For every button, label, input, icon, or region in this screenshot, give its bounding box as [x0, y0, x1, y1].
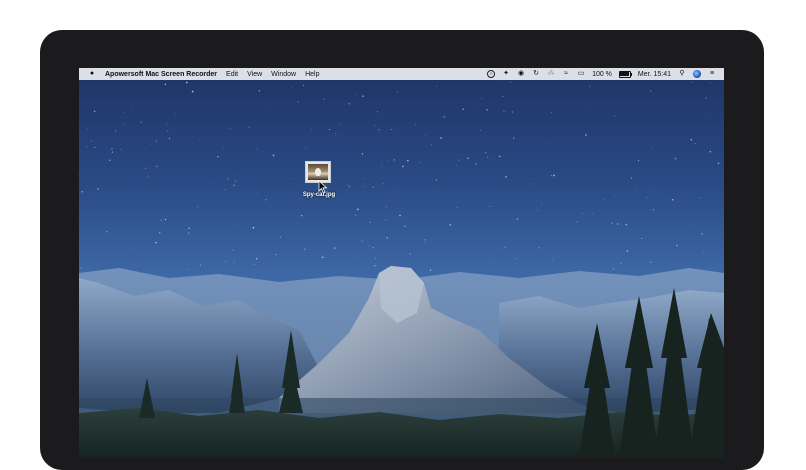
mouse-cursor-icon — [318, 180, 328, 194]
app-menu[interactable]: Apowersoft Mac Screen Recorder — [105, 71, 217, 78]
apple-logo-icon[interactable]: ● — [88, 70, 96, 78]
menu-help[interactable]: Help — [305, 71, 319, 78]
bird-icon[interactable]: ✦ — [502, 70, 510, 78]
battery-icon[interactable] — [618, 70, 632, 78]
battery-fill — [620, 72, 630, 76]
airplay-icon[interactable]: ▭ — [577, 70, 585, 78]
search-icon[interactable]: ⚲ — [678, 70, 686, 78]
mountain-landscape — [79, 266, 724, 458]
bluetooth-icon[interactable]: ⁂ — [547, 70, 555, 78]
notification-center-icon[interactable]: ≡ — [708, 70, 716, 78]
menu-view[interactable]: View — [247, 71, 262, 78]
battery-percent[interactable]: 100 % — [592, 71, 612, 78]
sync-icon[interactable]: ↻ — [532, 70, 540, 78]
siri-icon[interactable] — [693, 70, 701, 78]
menu-edit[interactable]: Edit — [226, 71, 238, 78]
recorder-icon[interactable]: ○ — [487, 70, 496, 78]
wifi-icon[interactable]: ≈ — [562, 70, 570, 78]
desktop-screen: ● Apowersoft Mac Screen Recorder Edit Vi… — [79, 68, 724, 458]
menu-bar: ● Apowersoft Mac Screen Recorder Edit Vi… — [79, 68, 724, 80]
eye-icon[interactable]: ◉ — [517, 70, 525, 78]
menu-window[interactable]: Window — [271, 71, 296, 78]
clock[interactable]: Mer. 15:41 — [638, 71, 671, 78]
